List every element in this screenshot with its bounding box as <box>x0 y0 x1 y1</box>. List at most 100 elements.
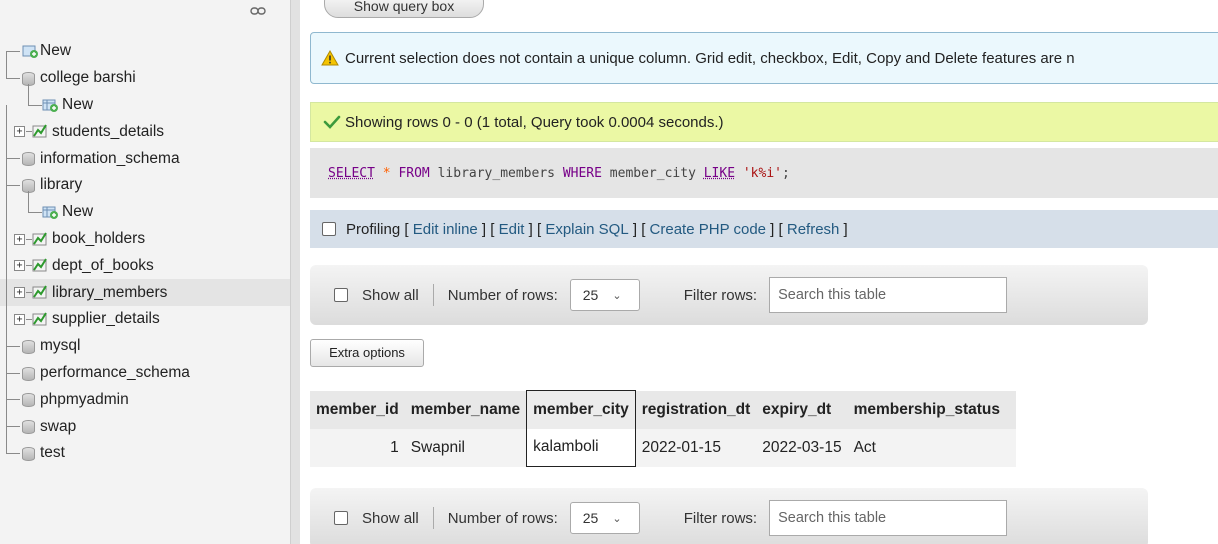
tree-item-label: book_holders <box>52 229 146 247</box>
sidebar-resize-handle[interactable] <box>290 0 300 544</box>
results-table: member_id member_name member_city regist… <box>310 390 1017 467</box>
expand-icon[interactable]: + <box>14 313 25 325</box>
extra-options-button[interactable]: Extra options <box>310 339 424 367</box>
profiling-bar: Profiling [ Edit inline ] [ Edit ] [ Exp… <box>310 210 1218 248</box>
rows-select[interactable]: 25 ⌄ <box>569 279 640 311</box>
tree-item-college-barshi[interactable]: college barshi <box>0 50 290 92</box>
tree-item-mysql[interactable]: mysql <box>0 182 290 360</box>
new-table-icon <box>42 206 58 219</box>
sql-keyword: WHERE <box>562 165 602 181</box>
rows-value: 25 <box>582 287 599 303</box>
table-cell: 2022-03-15 <box>756 428 848 467</box>
chevron-down-icon: ⌄ <box>612 512 622 525</box>
table-cell: Act <box>847 428 1007 467</box>
notice-text: Current selection does not contain a uni… <box>345 49 1075 67</box>
show-all-label[interactable]: Show all <box>362 287 419 304</box>
tree-item-new-table[interactable]: New <box>0 190 290 226</box>
tree-item-label: performance_schema <box>40 363 190 381</box>
tree-item-performance-schema[interactable]: performance_schema <box>0 345 290 387</box>
table-spacer <box>1006 390 1017 429</box>
column-header[interactable]: member_id <box>310 390 405 429</box>
show-all-label[interactable]: Show all <box>362 510 419 527</box>
sql-table: library_members <box>437 165 555 181</box>
sql-query-display[interactable]: SELECT * FROM library_members WHERE memb… <box>310 148 1218 198</box>
success-text: Showing rows 0 - 0 (1 total, Query took … <box>345 113 724 131</box>
tree-item-library[interactable]: library <box>0 157 290 199</box>
filter-label: Filter rows: <box>683 509 758 527</box>
link-icon[interactable] <box>250 6 266 16</box>
tree-item-label: dept_of_books <box>52 256 154 274</box>
table-cell: 1 <box>310 428 405 467</box>
refresh-link[interactable]: Refresh <box>787 221 840 238</box>
tree-item-phpmyadmin[interactable]: phpmyadmin <box>0 372 290 413</box>
edit-inline-link[interactable]: Edit inline <box>413 221 478 238</box>
tree-item-label: mysql <box>40 337 81 355</box>
results-navigation-top: Show all Number of rows: 25 ⌄ Filter row… <box>310 265 1148 325</box>
show-query-box-button[interactable]: Show query box <box>324 0 484 18</box>
database-icon <box>22 420 35 435</box>
new-table-icon <box>42 99 58 112</box>
notice-message: Current selection does not contain a uni… <box>310 32 1218 84</box>
rows-select[interactable]: 25 ⌄ <box>569 502 640 534</box>
column-header[interactable]: member_city <box>526 390 636 429</box>
expand-icon[interactable]: + <box>14 126 25 138</box>
sql-end: ; <box>782 165 790 181</box>
rows-label: Number of rows: <box>447 286 558 304</box>
tree-item-label: information_schema <box>40 149 180 167</box>
database-icon <box>22 393 35 408</box>
table-header-row: member_id member_name member_city regist… <box>310 390 1017 429</box>
tree-item-dept-of-books[interactable]: + dept_of_books <box>0 252 290 279</box>
tree-item-supplier-details[interactable]: + supplier_details <box>0 306 290 333</box>
tree-item-swap[interactable]: swap <box>0 399 290 440</box>
filter-label: Filter rows: <box>683 286 758 304</box>
create-php-code-link[interactable]: Create PHP code <box>650 221 766 238</box>
column-header[interactable]: member_name <box>404 390 527 429</box>
explain-sql-link[interactable]: Explain SQL <box>545 221 628 238</box>
tree-item-label: New <box>40 42 72 60</box>
tree-item-library-members[interactable]: + library_members <box>0 279 290 306</box>
database-icon <box>22 152 35 167</box>
table-icon <box>32 258 47 272</box>
column-header[interactable]: membership_status <box>847 390 1007 429</box>
database-tree: New college barshi New + students_detail… <box>0 38 290 467</box>
check-icon <box>323 115 341 129</box>
edit-link[interactable]: Edit <box>499 221 525 238</box>
tree-item-label: library <box>40 176 83 194</box>
tree-item-label: phpmyadmin <box>40 390 129 408</box>
sql-keyword: FROM <box>398 165 430 181</box>
tree-item-label: supplier_details <box>52 310 160 328</box>
show-all-checkbox[interactable] <box>334 288 348 302</box>
main-content: Show query box Current selection does no… <box>300 0 1218 544</box>
tree-item-label: New <box>62 95 94 113</box>
table-icon <box>32 124 47 138</box>
show-all-checkbox[interactable] <box>334 511 348 525</box>
rows-value: 25 <box>582 510 599 526</box>
expand-icon[interactable]: + <box>14 287 25 299</box>
tree-item-new[interactable]: New <box>0 38 290 65</box>
results-navigation-bottom: Show all Number of rows: 25 ⌄ Filter row… <box>310 488 1148 544</box>
column-header[interactable]: registration_dt <box>635 390 757 429</box>
profiling-checkbox[interactable] <box>322 222 336 236</box>
warning-icon <box>321 50 339 66</box>
expand-icon[interactable]: + <box>14 260 25 272</box>
tree-item-label: test <box>40 444 65 462</box>
table-icon <box>32 312 47 326</box>
sql-keyword[interactable]: LIKE <box>704 166 735 181</box>
sql-string: 'k%i' <box>742 165 782 181</box>
filter-search-input[interactable]: Search this table <box>769 277 1008 313</box>
divider <box>432 507 434 529</box>
tree-item-label: swap <box>40 417 77 435</box>
expand-icon[interactable]: + <box>14 233 25 245</box>
tree-item-book-holders[interactable]: + book_holders <box>0 226 290 253</box>
tree-item-label: New <box>62 203 94 221</box>
tree-item-new-table[interactable]: New <box>0 83 290 119</box>
sql-keyword[interactable]: SELECT <box>328 166 375 181</box>
tree-item-students-details[interactable]: + students_details <box>0 118 290 145</box>
filter-search-input[interactable]: Search this table <box>769 500 1008 536</box>
tree-item-test[interactable]: test <box>0 425 290 467</box>
navigation-sidebar: New college barshi New + students_detail… <box>0 0 290 544</box>
divider <box>432 284 434 306</box>
column-header[interactable]: expiry_dt <box>756 390 848 429</box>
sql-star: * <box>382 165 391 181</box>
tree-item-information-schema[interactable]: information_schema <box>0 105 290 172</box>
